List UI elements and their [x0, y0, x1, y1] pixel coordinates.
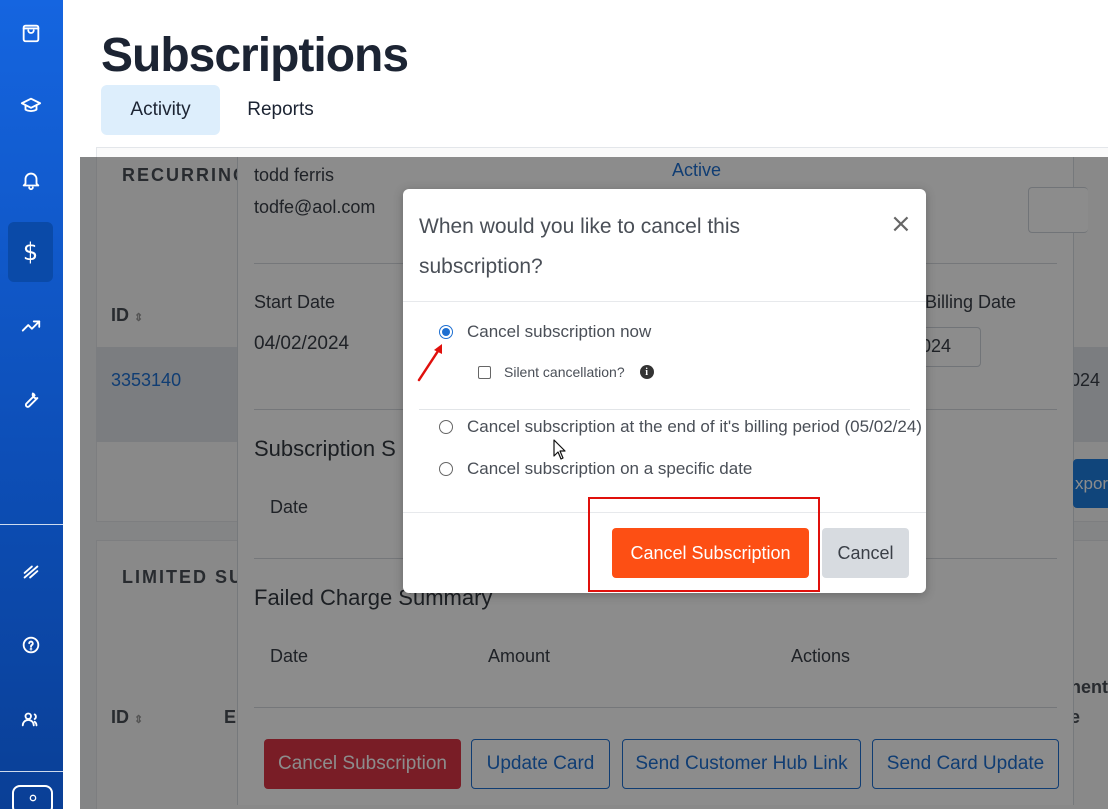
- page-title: Subscriptions: [101, 29, 409, 82]
- sidebar-item-settings[interactable]: [8, 369, 53, 429]
- radio-cancel-end-of-period[interactable]: [439, 420, 453, 434]
- divider: [419, 409, 910, 410]
- tab-reports[interactable]: Reports: [230, 85, 331, 135]
- sidebar-item-analytics[interactable]: [8, 296, 53, 356]
- radio-cancel-now[interactable]: [439, 325, 453, 339]
- zendesk-icon: [23, 565, 38, 579]
- sidebar-item-store[interactable]: [8, 3, 53, 63]
- sidebar-item-payments[interactable]: $: [8, 222, 53, 282]
- sidebar: $: [0, 0, 63, 809]
- option-cancel-specific-date[interactable]: Cancel subscription on a specific date: [439, 459, 752, 479]
- sidebar-item-account[interactable]: [12, 785, 53, 809]
- info-icon[interactable]: i: [639, 365, 654, 379]
- option-cancel-now[interactable]: Cancel subscription now: [439, 322, 651, 342]
- account-icon: [29, 794, 36, 802]
- option-cancel-now-label: Cancel subscription now: [467, 322, 652, 341]
- sidebar-divider: [0, 524, 63, 525]
- tab-activity[interactable]: Activity: [101, 85, 220, 135]
- users-icon: [21, 712, 37, 727]
- dollar-icon: $: [22, 238, 39, 266]
- sidebar-item-notifications[interactable]: [8, 150, 53, 210]
- annotation-highlight-box: [588, 497, 820, 592]
- bell-icon: [22, 172, 39, 191]
- sidebar-divider: [0, 771, 63, 772]
- modal-title: When would you like to cancel this subsc…: [419, 215, 740, 278]
- radio-cancel-specific-date[interactable]: [439, 462, 453, 476]
- trending-up-icon: [21, 320, 40, 332]
- shopping-bag-icon: [22, 24, 39, 43]
- annotation-arrow-icon: [417, 344, 442, 382]
- silent-cancellation-option[interactable]: Silent cancellation? i: [478, 364, 654, 380]
- sidebar-item-zendesk[interactable]: [8, 542, 53, 602]
- silent-cancellation-label: Silent cancellation?: [504, 364, 625, 380]
- silent-cancellation-checkbox[interactable]: [478, 365, 491, 379]
- help-circle-icon: [22, 636, 39, 654]
- sidebar-item-courses[interactable]: [8, 76, 53, 136]
- close-icon[interactable]: ×: [890, 209, 912, 239]
- graduation-cap-icon: [20, 97, 41, 112]
- modal-cancel-button[interactable]: Cancel: [822, 528, 909, 578]
- mouse-cursor-icon: [553, 439, 566, 460]
- option-cancel-specific-date-label: Cancel subscription on a specific date: [467, 459, 753, 478]
- sidebar-item-help[interactable]: [8, 615, 53, 675]
- wrench-icon: [24, 392, 38, 408]
- modal-header-divider: [403, 301, 926, 302]
- option-cancel-end-of-period[interactable]: Cancel subscription at the end of it's b…: [439, 417, 922, 437]
- sidebar-item-users[interactable]: [8, 689, 53, 749]
- option-cancel-end-of-period-label: Cancel subscription at the end of it's b…: [467, 417, 922, 436]
